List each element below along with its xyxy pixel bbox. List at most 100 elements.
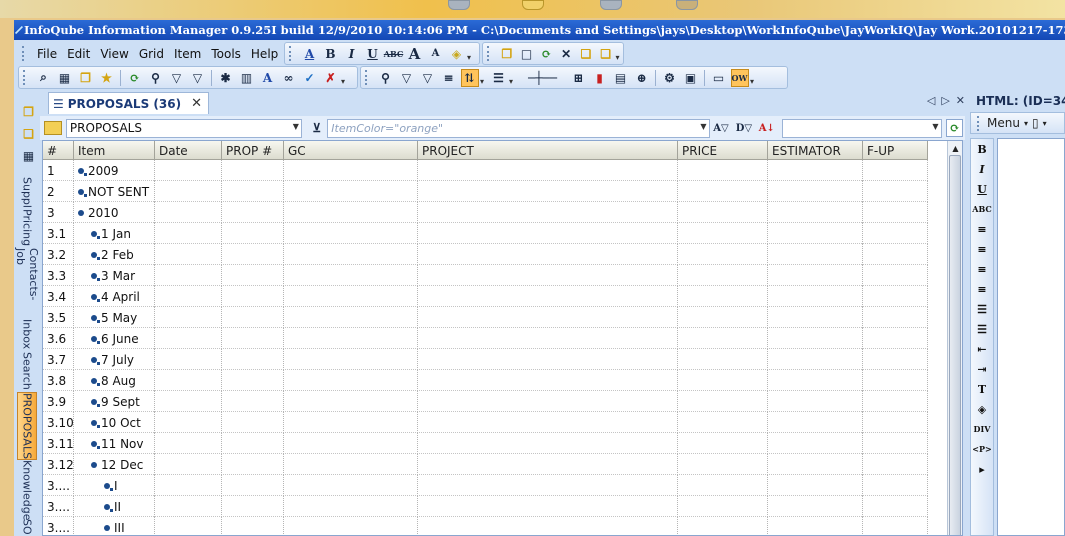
underline-button[interactable]: U (971, 179, 993, 199)
cell-num[interactable]: 3.4 (43, 286, 74, 307)
chevron-down-icon[interactable]: ▼ (932, 122, 938, 131)
cell-num[interactable]: 3.10 (43, 412, 74, 433)
cell-prop[interactable] (222, 349, 284, 370)
cell-item[interactable]: 3 Mar (74, 265, 155, 286)
cell-date[interactable] (155, 181, 222, 202)
cell-estimator[interactable] (768, 181, 863, 202)
chevron-down-icon[interactable]: ▾ (341, 77, 349, 86)
cell-num[interactable]: 3.... (43, 475, 74, 496)
cell-project[interactable] (418, 223, 678, 244)
new-document-icon[interactable]: ▯ (1032, 116, 1039, 130)
cell-date[interactable] (155, 454, 222, 475)
cell-fup[interactable] (863, 265, 928, 286)
cell-fup[interactable] (863, 370, 928, 391)
cell-gc[interactable] (284, 160, 418, 181)
numbered-list-button[interactable]: ☰ (971, 299, 993, 319)
outdent-button[interactable]: ⇤ (971, 339, 993, 359)
cell-fup[interactable] (863, 391, 928, 412)
cell-gc[interactable] (284, 244, 418, 265)
cell-date[interactable] (155, 496, 222, 517)
grow-font-button[interactable]: A (406, 45, 424, 63)
cell-fup[interactable] (863, 328, 928, 349)
cell-project[interactable] (418, 181, 678, 202)
cell-fup[interactable] (863, 475, 928, 496)
table-row[interactable]: 3.5 5 May (43, 307, 928, 328)
cell-date[interactable] (155, 391, 222, 412)
tree-node-icon[interactable] (91, 356, 100, 365)
cell-price[interactable] (678, 160, 768, 181)
cell-estimator[interactable] (768, 286, 863, 307)
cell-prop[interactable] (222, 181, 284, 202)
cell-estimator[interactable] (768, 244, 863, 265)
cell-date[interactable] (155, 349, 222, 370)
cell-item[interactable]: 8 Aug (74, 370, 155, 391)
cell-item[interactable]: 12 Dec (74, 454, 155, 475)
cell-project[interactable] (418, 496, 678, 517)
toolbar-grip[interactable] (487, 46, 491, 61)
cell-price[interactable] (678, 454, 768, 475)
cell-gc[interactable] (284, 475, 418, 496)
menu-tools[interactable]: Tools (206, 47, 246, 61)
cell-date[interactable] (155, 160, 222, 181)
star-fields-icon[interactable]: ✱ (217, 69, 235, 87)
tab-proposals-grid[interactable]: ☰ PROPOSALS (36) ✕ (48, 92, 209, 114)
cell-num[interactable]: 3.... (43, 496, 74, 517)
cell-project[interactable] (418, 433, 678, 454)
tree-node-icon[interactable] (91, 251, 100, 260)
outline-icon[interactable]: ☰ (490, 69, 508, 87)
cell-price[interactable] (678, 475, 768, 496)
cell-date[interactable] (155, 475, 222, 496)
cell-num[interactable]: 3.... (43, 517, 74, 535)
tab-inbox[interactable]: Inbox (17, 318, 37, 350)
cell-date[interactable] (155, 307, 222, 328)
column-header-num[interactable]: # (43, 141, 74, 160)
menu-button[interactable]: Menu (987, 116, 1020, 130)
cell-date[interactable] (155, 244, 222, 265)
chevron-down-icon[interactable]: ▾ (467, 53, 475, 62)
tab-proposals[interactable]: PROPOSALS (17, 392, 37, 460)
table-row[interactable]: 3.2 2 Feb (43, 244, 928, 265)
cell-project[interactable] (418, 412, 678, 433)
cell-project[interactable] (418, 328, 678, 349)
chevron-down-icon[interactable]: ▼ (293, 122, 299, 131)
table-row[interactable]: 3.4 4 April (43, 286, 928, 307)
div-button[interactable]: DIV (971, 419, 993, 439)
cell-gc[interactable] (284, 328, 418, 349)
cell-price[interactable] (678, 223, 768, 244)
cell-price[interactable] (678, 370, 768, 391)
font-color-icon[interactable]: A (259, 69, 277, 87)
cell-item[interactable]: 7 July (74, 349, 155, 370)
vertical-scrollbar[interactable]: ▲ (947, 141, 962, 535)
menu-view[interactable]: View (95, 47, 133, 61)
scroll-up-icon[interactable]: ▲ (948, 141, 962, 155)
tree-node-icon[interactable] (91, 398, 100, 407)
cell-item[interactable]: I (74, 475, 155, 496)
cell-num[interactable]: 3.7 (43, 349, 74, 370)
cell-gc[interactable] (284, 370, 418, 391)
menu-grid[interactable]: Grid (134, 47, 169, 61)
filter-input[interactable]: ItemColor="orange" ▼ (327, 118, 710, 138)
cell-date[interactable] (155, 223, 222, 244)
clear-format-icon[interactable]: ✗ (322, 69, 340, 87)
new-window-icon[interactable]: ❏ (577, 45, 594, 63)
cell-project[interactable] (418, 202, 678, 223)
cell-fup[interactable] (863, 244, 928, 265)
cell-date[interactable] (155, 517, 222, 535)
italic-button[interactable]: I (343, 45, 361, 63)
filter-c-icon[interactable]: ▽ (189, 69, 207, 87)
justify-button[interactable]: ≡ (971, 279, 993, 299)
window-icon[interactable]: ❑ (20, 125, 38, 143)
cell-price[interactable] (678, 517, 768, 535)
cell-price[interactable] (678, 286, 768, 307)
scroll-thumb[interactable] (949, 155, 961, 535)
fill-color-icon[interactable]: ◈ (448, 45, 466, 63)
tree-node-icon[interactable] (104, 482, 113, 491)
cell-prop[interactable] (222, 454, 284, 475)
cell-date[interactable] (155, 286, 222, 307)
cell-date[interactable] (155, 328, 222, 349)
chevron-down-icon[interactable]: ▾ (750, 77, 758, 86)
cell-project[interactable] (418, 517, 678, 535)
cell-price[interactable] (678, 433, 768, 454)
cell-prop[interactable] (222, 286, 284, 307)
refresh-icon[interactable]: ⟳ (945, 119, 964, 137)
